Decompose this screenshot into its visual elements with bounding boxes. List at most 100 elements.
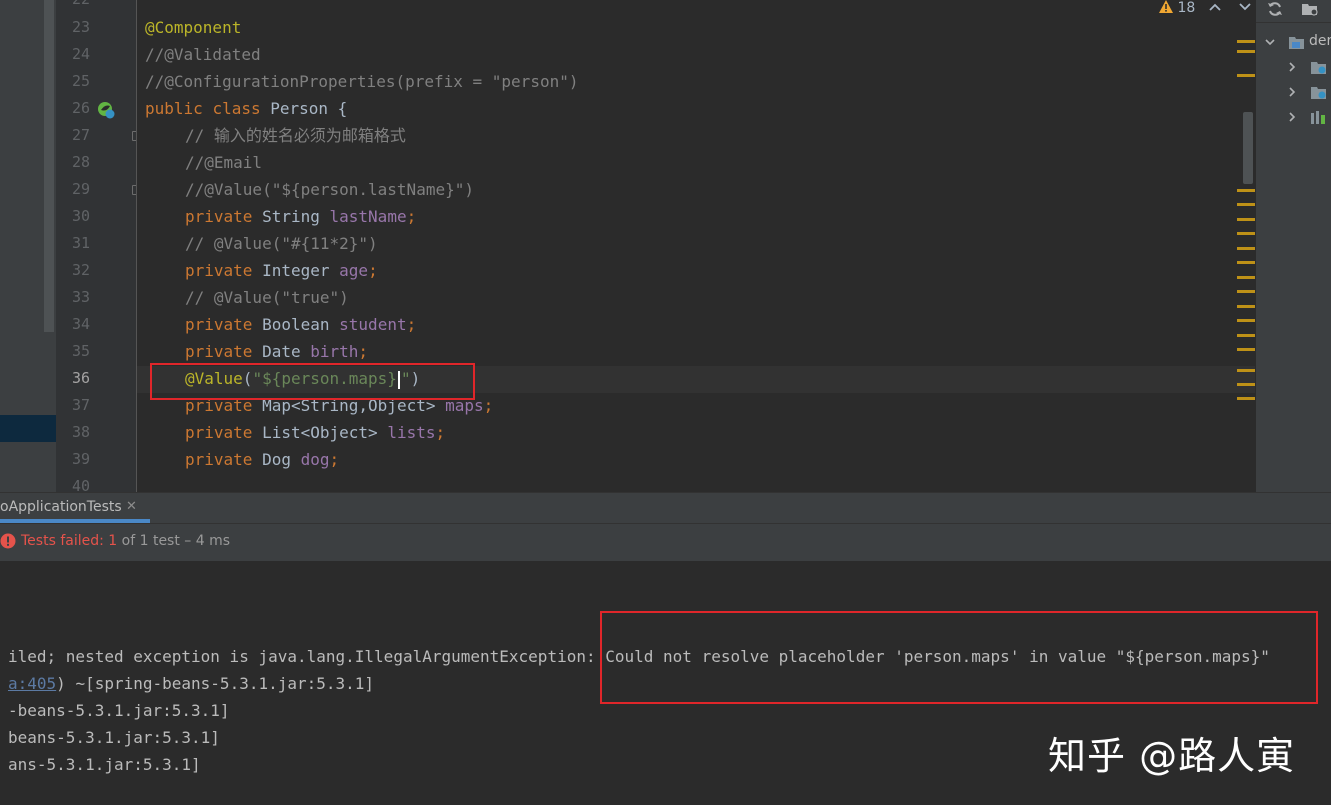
config-folder-icon — [1311, 87, 1326, 99]
watermark: 知乎 @路人寅 — [1048, 734, 1296, 778]
field: lists — [387, 423, 436, 442]
field: student — [339, 315, 407, 334]
code-line-25: //@ConfigurationProperties(prefix = "per… — [145, 68, 578, 95]
warning-marker[interactable] — [1237, 74, 1255, 77]
console-line: a:405) ~[spring-beans-5.3.1.jar:5.3.1] — [8, 670, 374, 697]
close-tab-icon[interactable]: ✕ — [126, 499, 137, 514]
warning-marker[interactable] — [1237, 305, 1255, 308]
editor-scrollbar-thumb[interactable] — [1243, 112, 1253, 184]
keyword: private — [185, 450, 253, 469]
tree-node[interactable] — [1284, 83, 1331, 101]
line-number: 38 — [71, 423, 90, 441]
field: lastName — [329, 207, 407, 226]
line-number: 25 — [71, 72, 90, 90]
config-folder-icon — [1311, 62, 1326, 74]
code-line-23: @Component — [145, 14, 241, 41]
code-line-35: private Date birth; — [185, 338, 368, 365]
console-line: beans-5.3.1.jar:5.3.1] — [8, 728, 220, 747]
type: String — [262, 207, 320, 226]
comment: //@Validated — [145, 45, 261, 64]
type: Date — [262, 342, 301, 361]
warning-marker[interactable] — [1237, 276, 1255, 279]
warning-marker[interactable] — [1237, 247, 1255, 250]
type: Dog — [262, 450, 291, 469]
line-number: 30 — [71, 207, 90, 225]
comment: // 输入的姓名必须为邮箱格式 — [185, 126, 406, 145]
line-number: 28 — [71, 153, 90, 171]
tree-node-root[interactable]: der — [1262, 33, 1331, 51]
code-line-33: // @Value("true") — [185, 284, 349, 311]
project-toolbar — [1256, 0, 1331, 23]
warning-marker[interactable] — [1237, 50, 1255, 53]
code-line-31: // @Value("#{11*2}") — [185, 230, 378, 257]
chevron-up-icon[interactable] — [1208, 2, 1222, 12]
comment: // @Value("#{11*2}") — [185, 234, 378, 253]
line-number: 34 — [71, 315, 90, 333]
type: List<Object> — [262, 423, 378, 442]
inspection-widget[interactable]: 18 — [1159, 0, 1252, 18]
type: Integer — [262, 261, 330, 280]
keyword: private — [185, 261, 253, 280]
tree-root-label: der — [1309, 33, 1331, 49]
line-number: 33 — [71, 288, 90, 306]
line-number: 27 — [71, 126, 90, 144]
semicolon: ; — [406, 315, 417, 334]
code-line-32: private Integer age; — [185, 257, 378, 284]
line-number: 39 — [71, 450, 90, 468]
folder-settings-icon[interactable] — [1301, 1, 1319, 17]
test-status-text: Tests failed: 1 of 1 test – 4 ms — [21, 533, 230, 549]
field: dog — [300, 450, 330, 469]
tests-failed-count: 1 — [108, 533, 118, 549]
warning-marker[interactable] — [1237, 189, 1255, 192]
tree-node[interactable] — [1284, 58, 1331, 76]
tree-node[interactable] — [1284, 108, 1331, 126]
code-line-28: //@Email — [185, 149, 262, 176]
warning-marker[interactable] — [1237, 290, 1255, 293]
class-name: Person { — [270, 99, 348, 118]
code-line-29: //@Value("${person.lastName}") — [185, 176, 474, 203]
warning-marker[interactable] — [1237, 40, 1255, 43]
warning-marker[interactable] — [1237, 369, 1255, 372]
keyword: class — [212, 99, 261, 118]
chevron-down-icon[interactable] — [1238, 2, 1252, 12]
semicolon: ; — [368, 261, 378, 280]
semicolon: ; — [406, 207, 417, 226]
warning-marker[interactable] — [1237, 383, 1255, 386]
warning-marker[interactable] — [1237, 397, 1255, 400]
tests-summary: of 1 test – 4 ms — [117, 533, 231, 549]
chevron-right-icon[interactable] — [1286, 86, 1298, 98]
error-stripe[interactable] — [1232, 20, 1255, 492]
chevron-right-icon[interactable] — [1286, 61, 1298, 73]
chevron-right-icon[interactable] — [1286, 111, 1298, 123]
error-icon — [0, 533, 16, 549]
code-line-24: //@Validated — [145, 41, 261, 68]
warning-marker[interactable] — [1237, 218, 1255, 221]
run-tab-bar — [0, 492, 1331, 524]
line-number: 32 — [71, 261, 90, 279]
stacktrace-link[interactable]: a:405 — [8, 674, 56, 693]
code-line-30: private String lastName; — [185, 203, 416, 230]
semicolon: ; — [483, 396, 494, 415]
line-number: 29 — [71, 180, 90, 198]
chevron-down-icon[interactable] — [1264, 36, 1276, 48]
project-pane-scrollbar[interactable] — [44, 0, 54, 332]
module-folder-icon — [1289, 37, 1304, 49]
spring-bean-icon[interactable] — [97, 101, 115, 119]
line-number: 26 — [71, 99, 90, 117]
code-line-38: private List<Object> lists; — [185, 419, 445, 446]
warning-marker[interactable] — [1237, 319, 1255, 322]
code-line-26: public class Person { — [145, 95, 347, 122]
type: Boolean — [262, 315, 330, 334]
warning-marker[interactable] — [1237, 348, 1255, 351]
gutter-divider — [136, 0, 137, 492]
field: birth — [310, 342, 359, 361]
test-status-bar: Tests failed: 1 of 1 test – 4 ms — [0, 523, 1331, 562]
warning-marker[interactable] — [1237, 203, 1255, 206]
code-line-39: private Dog dog; — [185, 446, 339, 473]
warning-marker[interactable] — [1237, 232, 1255, 235]
refresh-icon[interactable] — [1267, 1, 1283, 17]
project-pane-selection — [0, 415, 56, 442]
warning-marker[interactable] — [1237, 261, 1255, 264]
line-number: 23 — [71, 18, 90, 36]
warning-marker[interactable] — [1237, 334, 1255, 337]
